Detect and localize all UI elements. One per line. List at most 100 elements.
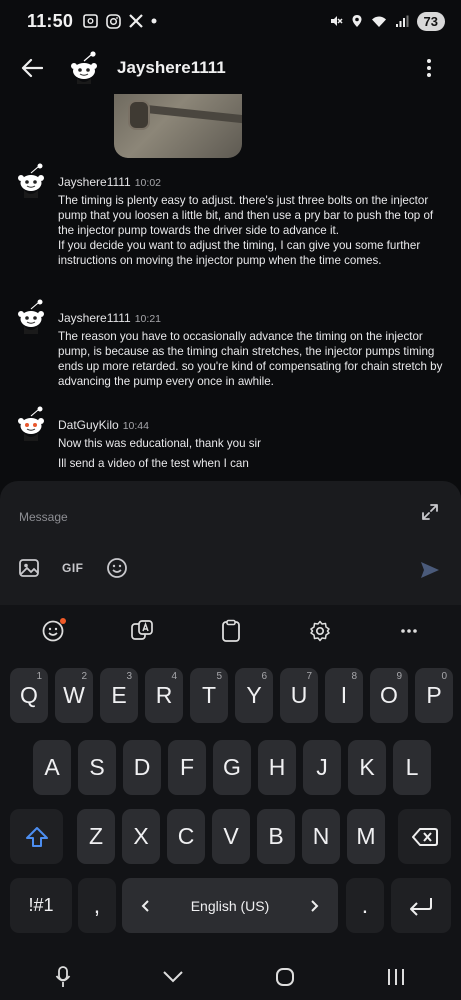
key-label: K — [359, 754, 375, 780]
key-label: L — [405, 754, 419, 780]
key-label: D — [133, 754, 151, 780]
period-key[interactable]: . — [346, 878, 384, 933]
message-text: The reason you have to occasionally adva… — [58, 330, 443, 388]
chevron-right-icon — [311, 899, 319, 912]
battery-badge: 73 — [416, 11, 445, 31]
key-hint: 5 — [216, 671, 222, 682]
key-hint: 1 — [36, 671, 42, 682]
recent-apps-icon[interactable] — [386, 967, 406, 987]
key-l[interactable]: L — [393, 740, 431, 795]
keyboard-settings-button[interactable] — [305, 616, 335, 646]
symbols-key[interactable]: !#1 — [10, 878, 72, 933]
message-list[interactable]: Jayshere1111 10:02 The timing is plenty e… — [0, 94, 461, 479]
avatar[interactable] — [14, 162, 48, 198]
key-b[interactable]: B — [257, 809, 295, 864]
key-i[interactable]: I8 — [325, 668, 363, 723]
key-d[interactable]: D — [123, 740, 161, 795]
avatar[interactable] — [66, 50, 102, 86]
avatar[interactable] — [14, 298, 48, 334]
translate-button[interactable] — [127, 616, 157, 646]
space-key[interactable]: English (US) — [122, 878, 338, 933]
key-label: B — [268, 823, 284, 849]
backspace-key[interactable] — [398, 809, 451, 864]
back-button[interactable] — [8, 44, 56, 92]
header-title: Jayshere1111 — [117, 58, 226, 77]
key-h[interactable]: H — [258, 740, 296, 795]
message-composer: Message GIF — [0, 481, 461, 605]
emoji-keyboard-button[interactable] — [38, 616, 68, 646]
expand-icon[interactable] — [421, 503, 439, 521]
key-e[interactable]: E3 — [100, 668, 138, 723]
shift-icon — [25, 826, 48, 847]
more-vertical-icon — [427, 59, 431, 77]
key-label: F — [179, 754, 195, 780]
key-hint: 0 — [441, 671, 447, 682]
message-time: 10:21 — [134, 313, 161, 325]
gif-button[interactable]: GIF — [62, 561, 84, 575]
microphone-icon[interactable] — [55, 965, 71, 989]
key-n[interactable]: N — [302, 809, 340, 864]
message-author: DatGuyKilo — [58, 418, 119, 432]
instagram-icon — [106, 13, 121, 29]
key-hint: 2 — [81, 671, 87, 682]
key-g[interactable]: G — [213, 740, 251, 795]
image-icon[interactable] — [18, 557, 40, 579]
message-author: Jayshere1111 — [58, 175, 131, 189]
key-label: R — [155, 682, 173, 708]
send-icon[interactable] — [419, 559, 441, 581]
emoji-icon[interactable] — [106, 557, 128, 579]
key-j[interactable]: J — [303, 740, 341, 795]
key-w[interactable]: W2 — [55, 668, 93, 723]
key-label: W — [63, 682, 85, 708]
keyboard-more-button[interactable] — [394, 616, 424, 646]
key-label: E — [111, 682, 127, 708]
status-time: 11:50 — [27, 10, 74, 31]
key-label: M — [356, 823, 376, 849]
key-hint: 6 — [261, 671, 267, 682]
key-u[interactable]: U7 — [280, 668, 318, 723]
comma-key[interactable]: , — [78, 878, 116, 933]
message-author: Jayshere1111 — [58, 311, 131, 325]
keyboard-toolbar — [0, 605, 461, 657]
key-label: H — [268, 754, 286, 780]
shift-key[interactable] — [10, 809, 63, 864]
key-x[interactable]: X — [122, 809, 160, 864]
message-input[interactable]: Message — [19, 510, 68, 524]
clipboard-button[interactable] — [216, 616, 246, 646]
chevron-down-icon[interactable] — [162, 970, 184, 984]
key-label: C — [177, 823, 195, 849]
gear-icon — [309, 620, 330, 642]
key-m[interactable]: M — [347, 809, 385, 864]
more-options-button[interactable] — [419, 53, 439, 83]
notification-dot — [59, 618, 66, 624]
key-label: S — [89, 754, 105, 780]
message-text: Ill send a video of the test when I can — [58, 457, 249, 470]
key-f[interactable]: F — [168, 740, 206, 795]
key-t[interactable]: T5 — [190, 668, 228, 723]
key-p[interactable]: P0 — [415, 668, 453, 723]
chevron-left-icon — [141, 899, 149, 912]
key-k[interactable]: K — [348, 740, 386, 795]
key-a[interactable]: A — [33, 740, 71, 795]
key-r[interactable]: R4 — [145, 668, 183, 723]
message-text: Now this was educational, thank you sir — [58, 437, 261, 450]
key-q[interactable]: Q1 — [10, 668, 48, 723]
key-hint: 9 — [396, 671, 402, 682]
key-o[interactable]: O9 — [370, 668, 408, 723]
home-icon[interactable] — [275, 967, 295, 987]
key-z[interactable]: Z — [77, 809, 115, 864]
key-label: G — [223, 754, 241, 780]
key-s[interactable]: S — [78, 740, 116, 795]
key-y[interactable]: Y6 — [235, 668, 273, 723]
chat-header: Jayshere1111 — [0, 42, 461, 94]
key-c[interactable]: C — [167, 809, 205, 864]
enter-key[interactable] — [391, 878, 451, 933]
key-label: O — [380, 682, 398, 708]
message-image[interactable] — [114, 94, 242, 158]
key-label: T — [201, 682, 217, 708]
key-label: V — [223, 823, 239, 849]
key-v[interactable]: V — [212, 809, 250, 864]
signal-icon — [395, 15, 409, 27]
avatar[interactable] — [14, 405, 48, 441]
more-horizontal-icon — [400, 629, 417, 633]
